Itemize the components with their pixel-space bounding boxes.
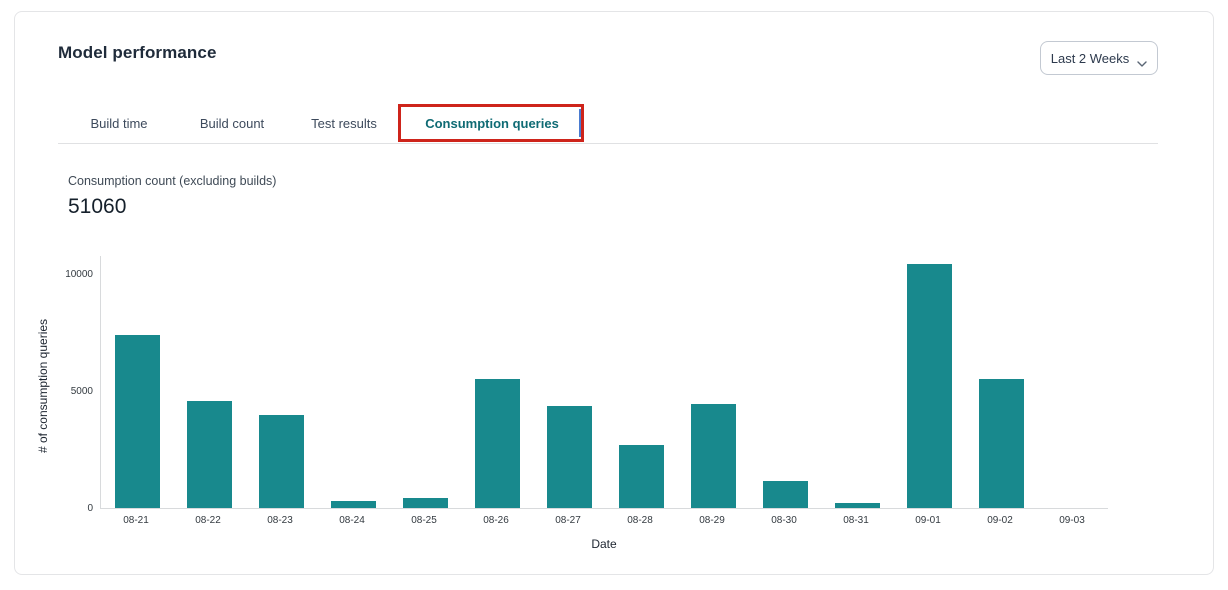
y-tick-label: 10000 bbox=[15, 268, 93, 282]
annotation-accent-line bbox=[579, 109, 581, 137]
tab-divider bbox=[58, 143, 1158, 144]
metric-value: 51060 bbox=[68, 195, 126, 219]
metric-label: Consumption count (excluding builds) bbox=[68, 174, 276, 188]
x-tick-label: 08-23 bbox=[244, 515, 316, 526]
x-tick-label: 08-21 bbox=[100, 515, 172, 526]
x-tick-label: 08-31 bbox=[820, 515, 892, 526]
date-range-value: Last 2 Weeks bbox=[1051, 51, 1130, 66]
x-tick-label: 08-22 bbox=[172, 515, 244, 526]
x-tick-label: 08-24 bbox=[316, 515, 388, 526]
x-tick-label: 08-27 bbox=[532, 515, 604, 526]
bar-08-29 bbox=[691, 404, 736, 508]
consumption-bar-chart: # of consumption queries Date 0500010000… bbox=[15, 256, 1187, 566]
y-tick-label: 5000 bbox=[15, 385, 93, 399]
tab-consumption-queries[interactable]: Consumption queries bbox=[425, 116, 559, 131]
page-title: Model performance bbox=[58, 43, 217, 63]
plot-area bbox=[100, 256, 1108, 509]
bar-08-26 bbox=[475, 379, 520, 508]
bar-08-27 bbox=[547, 406, 592, 508]
bar-09-01 bbox=[907, 264, 952, 508]
chevron-down-icon bbox=[1137, 55, 1147, 61]
x-tick-label: 08-28 bbox=[604, 515, 676, 526]
x-tick-label: 08-29 bbox=[676, 515, 748, 526]
bar-09-02 bbox=[979, 379, 1024, 508]
model-performance-card: Model performance Last 2 Weeks Build tim… bbox=[14, 11, 1214, 575]
tab-build-time[interactable]: Build time bbox=[90, 116, 147, 131]
bar-08-28 bbox=[619, 445, 664, 508]
x-axis-title: Date bbox=[100, 537, 1108, 551]
x-tick-label: 09-02 bbox=[964, 515, 1036, 526]
x-tick-label: 09-01 bbox=[892, 515, 964, 526]
bar-08-25 bbox=[403, 498, 448, 508]
y-tick-label: 0 bbox=[15, 502, 93, 516]
bar-08-30 bbox=[763, 481, 808, 508]
tab-build-count[interactable]: Build count bbox=[200, 116, 264, 131]
x-tick-label: 08-30 bbox=[748, 515, 820, 526]
bar-08-22 bbox=[187, 401, 232, 509]
bar-08-24 bbox=[331, 501, 376, 508]
bar-08-21 bbox=[115, 335, 160, 508]
bar-08-23 bbox=[259, 415, 304, 508]
bar-08-31 bbox=[835, 503, 880, 508]
x-tick-label: 08-26 bbox=[460, 515, 532, 526]
x-tick-label: 08-25 bbox=[388, 515, 460, 526]
x-tick-label: 09-03 bbox=[1036, 515, 1108, 526]
tab-test-results[interactable]: Test results bbox=[311, 116, 377, 131]
date-range-dropdown[interactable]: Last 2 Weeks bbox=[1040, 41, 1158, 75]
